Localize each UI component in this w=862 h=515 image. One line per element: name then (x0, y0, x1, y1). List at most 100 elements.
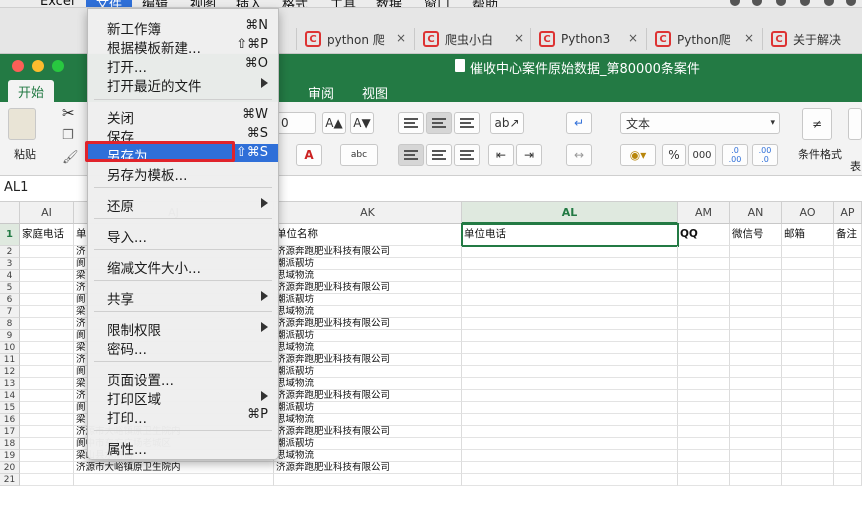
table-cell[interactable] (834, 402, 862, 414)
row-header[interactable]: 19 (0, 450, 20, 462)
row-header[interactable]: 4 (0, 270, 20, 282)
table-cell[interactable] (834, 438, 862, 450)
table-cell[interactable]: 潮派靓坊 (274, 330, 462, 342)
table-format-label[interactable]: 表 (850, 158, 861, 174)
tray-icon[interactable] (752, 0, 762, 6)
table-cell[interactable] (782, 402, 834, 414)
table-cell[interactable] (678, 450, 730, 462)
table-cell[interactable] (834, 426, 862, 438)
align-left-icon[interactable] (398, 144, 424, 166)
menu-item-properties[interactable]: 属性... (88, 437, 278, 458)
row-header[interactable]: 6 (0, 294, 20, 306)
table-cell[interactable]: 思域物流 (274, 270, 462, 282)
table-cell[interactable] (782, 354, 834, 366)
table-cell[interactable] (678, 354, 730, 366)
table-cell[interactable] (782, 246, 834, 258)
close-icon[interactable] (744, 31, 754, 45)
name-box[interactable]: AL1 (4, 180, 28, 195)
menu-item-password[interactable]: 密码... (88, 337, 278, 358)
table-cell[interactable] (678, 402, 730, 414)
table-cell[interactable] (20, 438, 74, 450)
table-cell[interactable] (782, 450, 834, 462)
tray-icon[interactable] (824, 0, 834, 6)
table-cell[interactable]: 思域物流 (274, 306, 462, 318)
table-cell[interactable] (782, 270, 834, 282)
table-cell[interactable]: 备注 (834, 224, 862, 246)
table-cell[interactable] (730, 366, 782, 378)
menu-help[interactable]: 帮助 (472, 0, 498, 7)
table-cell[interactable] (20, 330, 74, 342)
table-cell[interactable] (782, 438, 834, 450)
tray-icon[interactable] (730, 0, 740, 6)
column-header-ak[interactable]: AK (274, 202, 462, 224)
table-cell[interactable] (462, 426, 678, 438)
table-cell[interactable] (730, 342, 782, 354)
table-cell[interactable] (678, 294, 730, 306)
table-cell[interactable] (730, 450, 782, 462)
table-cell[interactable] (834, 318, 862, 330)
row-header[interactable]: 21 (0, 474, 20, 486)
menu-item-print-area[interactable]: 打印区域 (88, 387, 278, 408)
table-cell[interactable] (834, 282, 862, 294)
table-cell[interactable] (20, 474, 74, 486)
table-cell[interactable] (462, 438, 678, 450)
table-cell[interactable] (678, 270, 730, 282)
table-cell[interactable] (834, 450, 862, 462)
table-cell[interactable]: 思域物流 (274, 414, 462, 426)
minimize-window-button[interactable] (32, 60, 44, 72)
menu-item-close[interactable]: 关闭 ⌘W (88, 106, 278, 127)
table-cell[interactable] (678, 282, 730, 294)
table-cell[interactable] (730, 438, 782, 450)
phonetic-icon[interactable]: abc (340, 144, 378, 166)
column-header-an[interactable]: AN (730, 202, 782, 224)
table-cell[interactable] (678, 330, 730, 342)
table-cell[interactable] (834, 462, 862, 474)
row-header[interactable]: 2 (0, 246, 20, 258)
table-cell[interactable] (730, 306, 782, 318)
table-cell[interactable]: 单位名称 (274, 224, 462, 246)
table-cell[interactable]: QQ (678, 224, 730, 246)
column-header-ao[interactable]: AO (782, 202, 834, 224)
table-cell[interactable] (834, 342, 862, 354)
row-header[interactable]: 13 (0, 378, 20, 390)
row-header[interactable]: 12 (0, 366, 20, 378)
table-cell[interactable] (730, 426, 782, 438)
align-bottom-icon[interactable] (454, 112, 480, 134)
table-cell[interactable] (730, 318, 782, 330)
browser-tab[interactable]: C python 爬 (296, 28, 412, 50)
table-cell[interactable] (462, 378, 678, 390)
table-cell[interactable] (462, 270, 678, 282)
table-cell[interactable] (834, 366, 862, 378)
table-cell[interactable] (678, 462, 730, 474)
table-cell[interactable] (678, 306, 730, 318)
table-cell[interactable] (20, 258, 74, 270)
table-cell[interactable] (834, 258, 862, 270)
row-header[interactable]: 17 (0, 426, 20, 438)
table-cell[interactable] (834, 270, 862, 282)
align-right-icon[interactable] (454, 144, 480, 166)
table-cell[interactable] (20, 402, 74, 414)
table-format-icon[interactable] (848, 108, 862, 140)
table-cell[interactable]: 微信号 (730, 224, 782, 246)
wrap-text-icon[interactable]: ↵ (566, 112, 592, 134)
table-cell[interactable]: 潮派靓坊 (274, 402, 462, 414)
table-cell[interactable]: 思域物流 (274, 450, 462, 462)
menu-item-restrict-permissions[interactable]: 限制权限 (88, 318, 278, 339)
table-cell[interactable] (834, 474, 862, 486)
decrease-indent-icon[interactable]: ⇤ (488, 144, 514, 166)
table-cell[interactable] (730, 246, 782, 258)
table-cell[interactable] (678, 318, 730, 330)
menu-edit[interactable]: 编辑 (142, 0, 168, 7)
menu-item-import[interactable]: 导入... (88, 225, 278, 246)
row-header[interactable]: 16 (0, 414, 20, 426)
align-middle-icon[interactable] (426, 112, 452, 134)
table-cell[interactable] (782, 318, 834, 330)
menu-item-reduce-file-size[interactable]: 缩减文件大小... (88, 256, 278, 277)
copy-icon[interactable]: ❐ (62, 128, 74, 143)
row-header[interactable]: 18 (0, 438, 20, 450)
menu-item-revert[interactable]: 还原 (88, 194, 278, 215)
table-cell[interactable]: 潮派靓坊 (274, 294, 462, 306)
table-cell[interactable] (730, 282, 782, 294)
table-cell[interactable] (462, 474, 678, 486)
table-cell[interactable] (462, 390, 678, 402)
